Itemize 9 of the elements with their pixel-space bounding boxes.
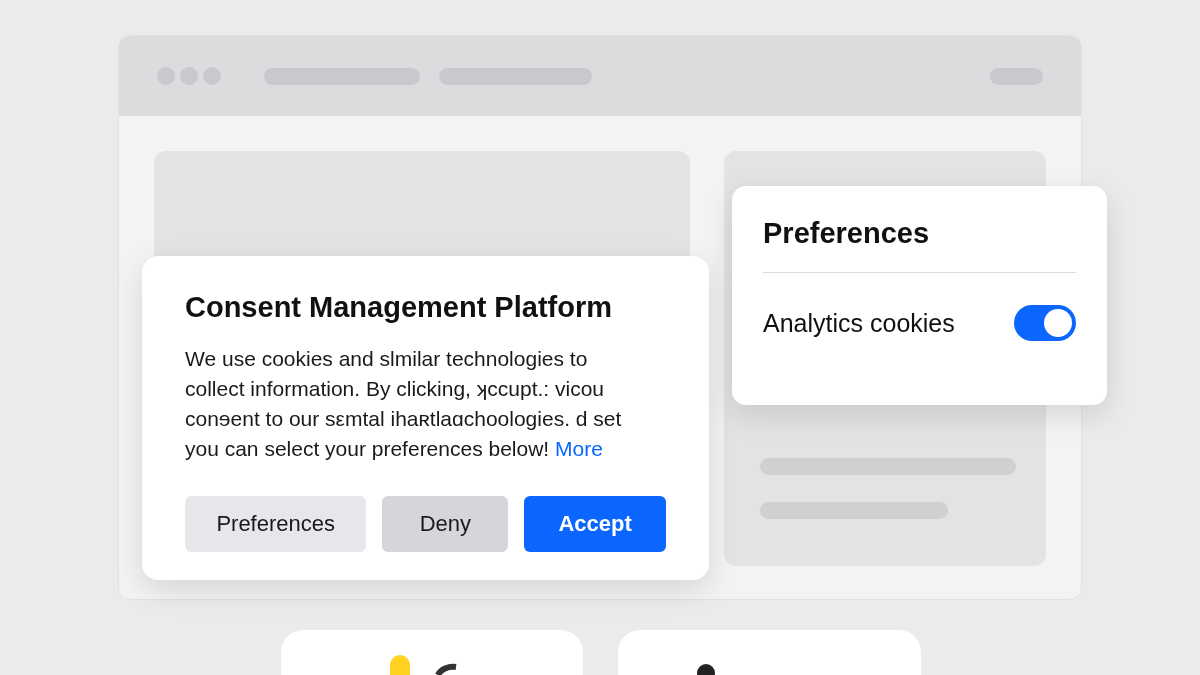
- popup-title: Preferences: [763, 212, 1076, 273]
- consent-text: We use cookies and slmilar technologies to collect information. By clicking, ʞccupt.: vicou conɘent to our sεmtal ihaʀtlaɑchoologies. d set you can select your preferences below! More: [185, 345, 623, 462]
- more-link[interactable]: More: [555, 436, 603, 460]
- setting-label: Analytics cookies: [763, 307, 955, 339]
- dialog-button[interactable]: Deny: [382, 495, 509, 552]
- dialog-button[interactable]: Preferences: [185, 495, 367, 552]
- dialog-button[interactable]: Accept: [524, 495, 666, 552]
- toggle-switch[interactable]: [1014, 305, 1076, 342]
- dialog-title: Consent Management Platform: [185, 290, 613, 325]
